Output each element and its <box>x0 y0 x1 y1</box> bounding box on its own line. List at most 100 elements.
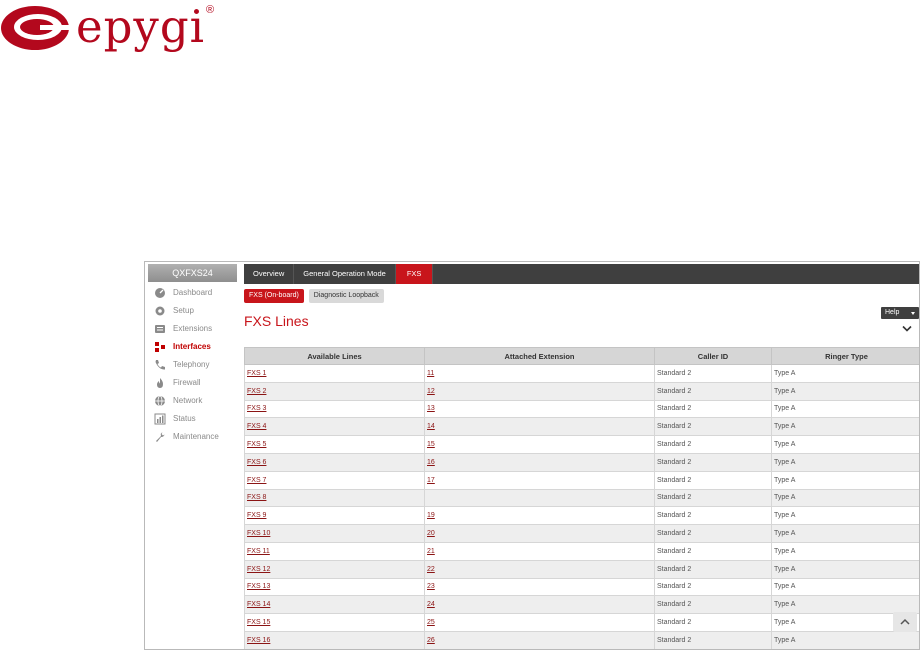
line-link[interactable]: FXS 7 <box>247 477 266 484</box>
scroll-to-top-button[interactable] <box>893 612 917 632</box>
column-header[interactable]: Caller ID <box>654 347 772 365</box>
sidebar-item-dashboard[interactable]: Dashboard <box>145 284 237 302</box>
tab-general-operation-mode[interactable]: General Operation Mode <box>294 264 396 284</box>
sidebar-item-label: Setup <box>173 306 194 315</box>
table-row: FXS 7 17 Standard 2 Type A <box>244 470 919 490</box>
table-row: FXS 15 25 Standard 2 Type A <box>244 613 919 632</box>
ringer-type-cell: Type A <box>771 452 919 472</box>
table-row: FXS 11 21 Standard 2 Type A <box>244 541 919 561</box>
help-button[interactable]: Help <box>881 307 919 319</box>
sidebar: QXFXS24 Dashboard Setup Extensions Interfac… <box>145 262 237 649</box>
table-row: FXS 2 12 Standard 2 Type A <box>244 381 919 401</box>
extension-link[interactable]: 12 <box>427 388 435 395</box>
tab-overview[interactable]: Overview <box>244 264 295 284</box>
ringer-type-cell: Type A <box>771 595 919 615</box>
ringer-type-cell: Type A <box>771 381 919 401</box>
line-link[interactable]: FXS 16 <box>247 637 270 644</box>
globe-icon <box>155 395 165 407</box>
caller-id-cell: Standard 2 <box>654 488 772 508</box>
line-link[interactable]: FXS 4 <box>247 423 266 430</box>
line-link[interactable]: FXS 1 <box>247 370 266 377</box>
sidebar-item-firewall[interactable]: Firewall <box>145 374 237 392</box>
column-header[interactable]: Ringer Type <box>771 347 919 365</box>
chevron-up-icon <box>900 618 910 625</box>
sidebar-item-network[interactable]: Network <box>145 392 237 410</box>
sidebar-item-label: Telephony <box>173 360 210 369</box>
extension-link[interactable]: 23 <box>427 583 435 590</box>
ringer-type-cell: Type A <box>771 417 919 437</box>
interfaces-icon <box>155 342 165 352</box>
extension-cell: 23 <box>424 577 655 597</box>
brand-name: epygi <box>76 0 206 53</box>
chevron-down-icon[interactable] <box>902 325 912 333</box>
extension-link[interactable]: 16 <box>427 459 435 466</box>
sidebar-item-status[interactable]: Status <box>145 410 237 428</box>
sidebar-item-label: Firewall <box>173 378 201 387</box>
chart-icon <box>154 413 166 425</box>
line-link[interactable]: FXS 3 <box>247 405 266 412</box>
sidebar-item-interfaces[interactable]: Interfaces <box>145 338 237 356</box>
column-header[interactable]: Attached Extension <box>424 347 655 365</box>
sidebar-item-label: Status <box>173 414 196 423</box>
extension-link[interactable]: 11 <box>427 370 434 377</box>
sidebar-item-extensions[interactable]: Extensions <box>145 320 237 338</box>
page-title: FXS Lines <box>244 313 309 329</box>
extension-link[interactable]: 21 <box>427 548 435 555</box>
caller-id-cell: Standard 2 <box>654 630 772 649</box>
extension-link[interactable]: 13 <box>427 405 435 412</box>
caller-id-cell: Standard 2 <box>654 595 772 615</box>
line-cell: FXS 7 <box>244 470 425 490</box>
caller-id-cell: Standard 2 <box>654 417 772 437</box>
extension-link[interactable]: 26 <box>427 637 435 644</box>
line-link[interactable]: FXS 6 <box>247 459 266 466</box>
extension-cell: 15 <box>424 435 655 454</box>
top-nav: Overview General Operation Mode FXS <box>244 264 919 284</box>
column-header[interactable]: Available Lines <box>244 347 425 365</box>
extension-link[interactable]: 20 <box>427 530 435 537</box>
extension-cell: 11 <box>424 364 655 383</box>
line-cell: FXS 12 <box>244 559 425 579</box>
caller-id-cell: Standard 2 <box>654 381 772 401</box>
caller-id-cell: Standard 2 <box>654 577 772 597</box>
ringer-type-cell: Type A <box>771 470 919 490</box>
ringer-type-cell: Type A <box>771 524 919 543</box>
extension-cell: 22 <box>424 559 655 579</box>
sidebar-item-telephony[interactable]: Telephony <box>145 356 237 374</box>
line-link[interactable]: FXS 13 <box>247 583 270 590</box>
sidebar-item-setup[interactable]: Setup <box>145 302 237 320</box>
extension-cell: 16 <box>424 452 655 472</box>
fxs-lines-table: Available Lines Attached Extension Caller … <box>244 347 919 649</box>
sidebar-item-maintenance[interactable]: Maintenance <box>145 428 237 446</box>
extension-link[interactable]: 15 <box>427 441 435 448</box>
extension-link[interactable]: 22 <box>427 566 435 573</box>
line-cell: FXS 3 <box>244 399 425 419</box>
line-cell: FXS 9 <box>244 506 425 526</box>
line-link[interactable]: FXS 2 <box>247 388 266 395</box>
extension-cell: 13 <box>424 399 655 419</box>
line-link[interactable]: FXS 14 <box>247 601 270 608</box>
table-row: FXS 3 13 Standard 2 Type A <box>244 399 919 419</box>
extension-link[interactable]: 14 <box>427 423 435 430</box>
extension-link[interactable]: 24 <box>427 601 435 608</box>
registered-mark: ® <box>206 4 215 16</box>
line-link[interactable]: FXS 10 <box>247 530 270 537</box>
table-row: FXS 8 Standard 2 Type A <box>244 488 919 508</box>
extension-link[interactable]: 25 <box>427 619 435 626</box>
line-link[interactable]: FXS 9 <box>247 512 266 519</box>
extension-cell <box>424 488 655 508</box>
line-link[interactable]: FXS 5 <box>247 441 266 448</box>
caller-id-cell: Standard 2 <box>654 470 772 490</box>
extension-cell: 25 <box>424 613 655 632</box>
extension-link[interactable]: 17 <box>427 477 435 484</box>
line-cell: FXS 2 <box>244 381 425 401</box>
line-link[interactable]: FXS 15 <box>247 619 270 626</box>
line-link[interactable]: FXS 11 <box>247 548 270 555</box>
line-link[interactable]: FXS 12 <box>247 566 270 573</box>
line-link[interactable]: FXS 8 <box>247 494 266 501</box>
table-row: FXS 9 19 Standard 2 Type A <box>244 506 919 526</box>
subtab-diagnostic-loopback[interactable]: Diagnostic Loopback <box>308 289 384 303</box>
tab-fxs[interactable]: FXS <box>395 264 434 284</box>
extension-link[interactable]: 19 <box>427 512 435 519</box>
subtab-fxs-on-board[interactable]: FXS (On-board) <box>244 289 304 303</box>
epygi-logo: epygi ® <box>0 0 230 53</box>
